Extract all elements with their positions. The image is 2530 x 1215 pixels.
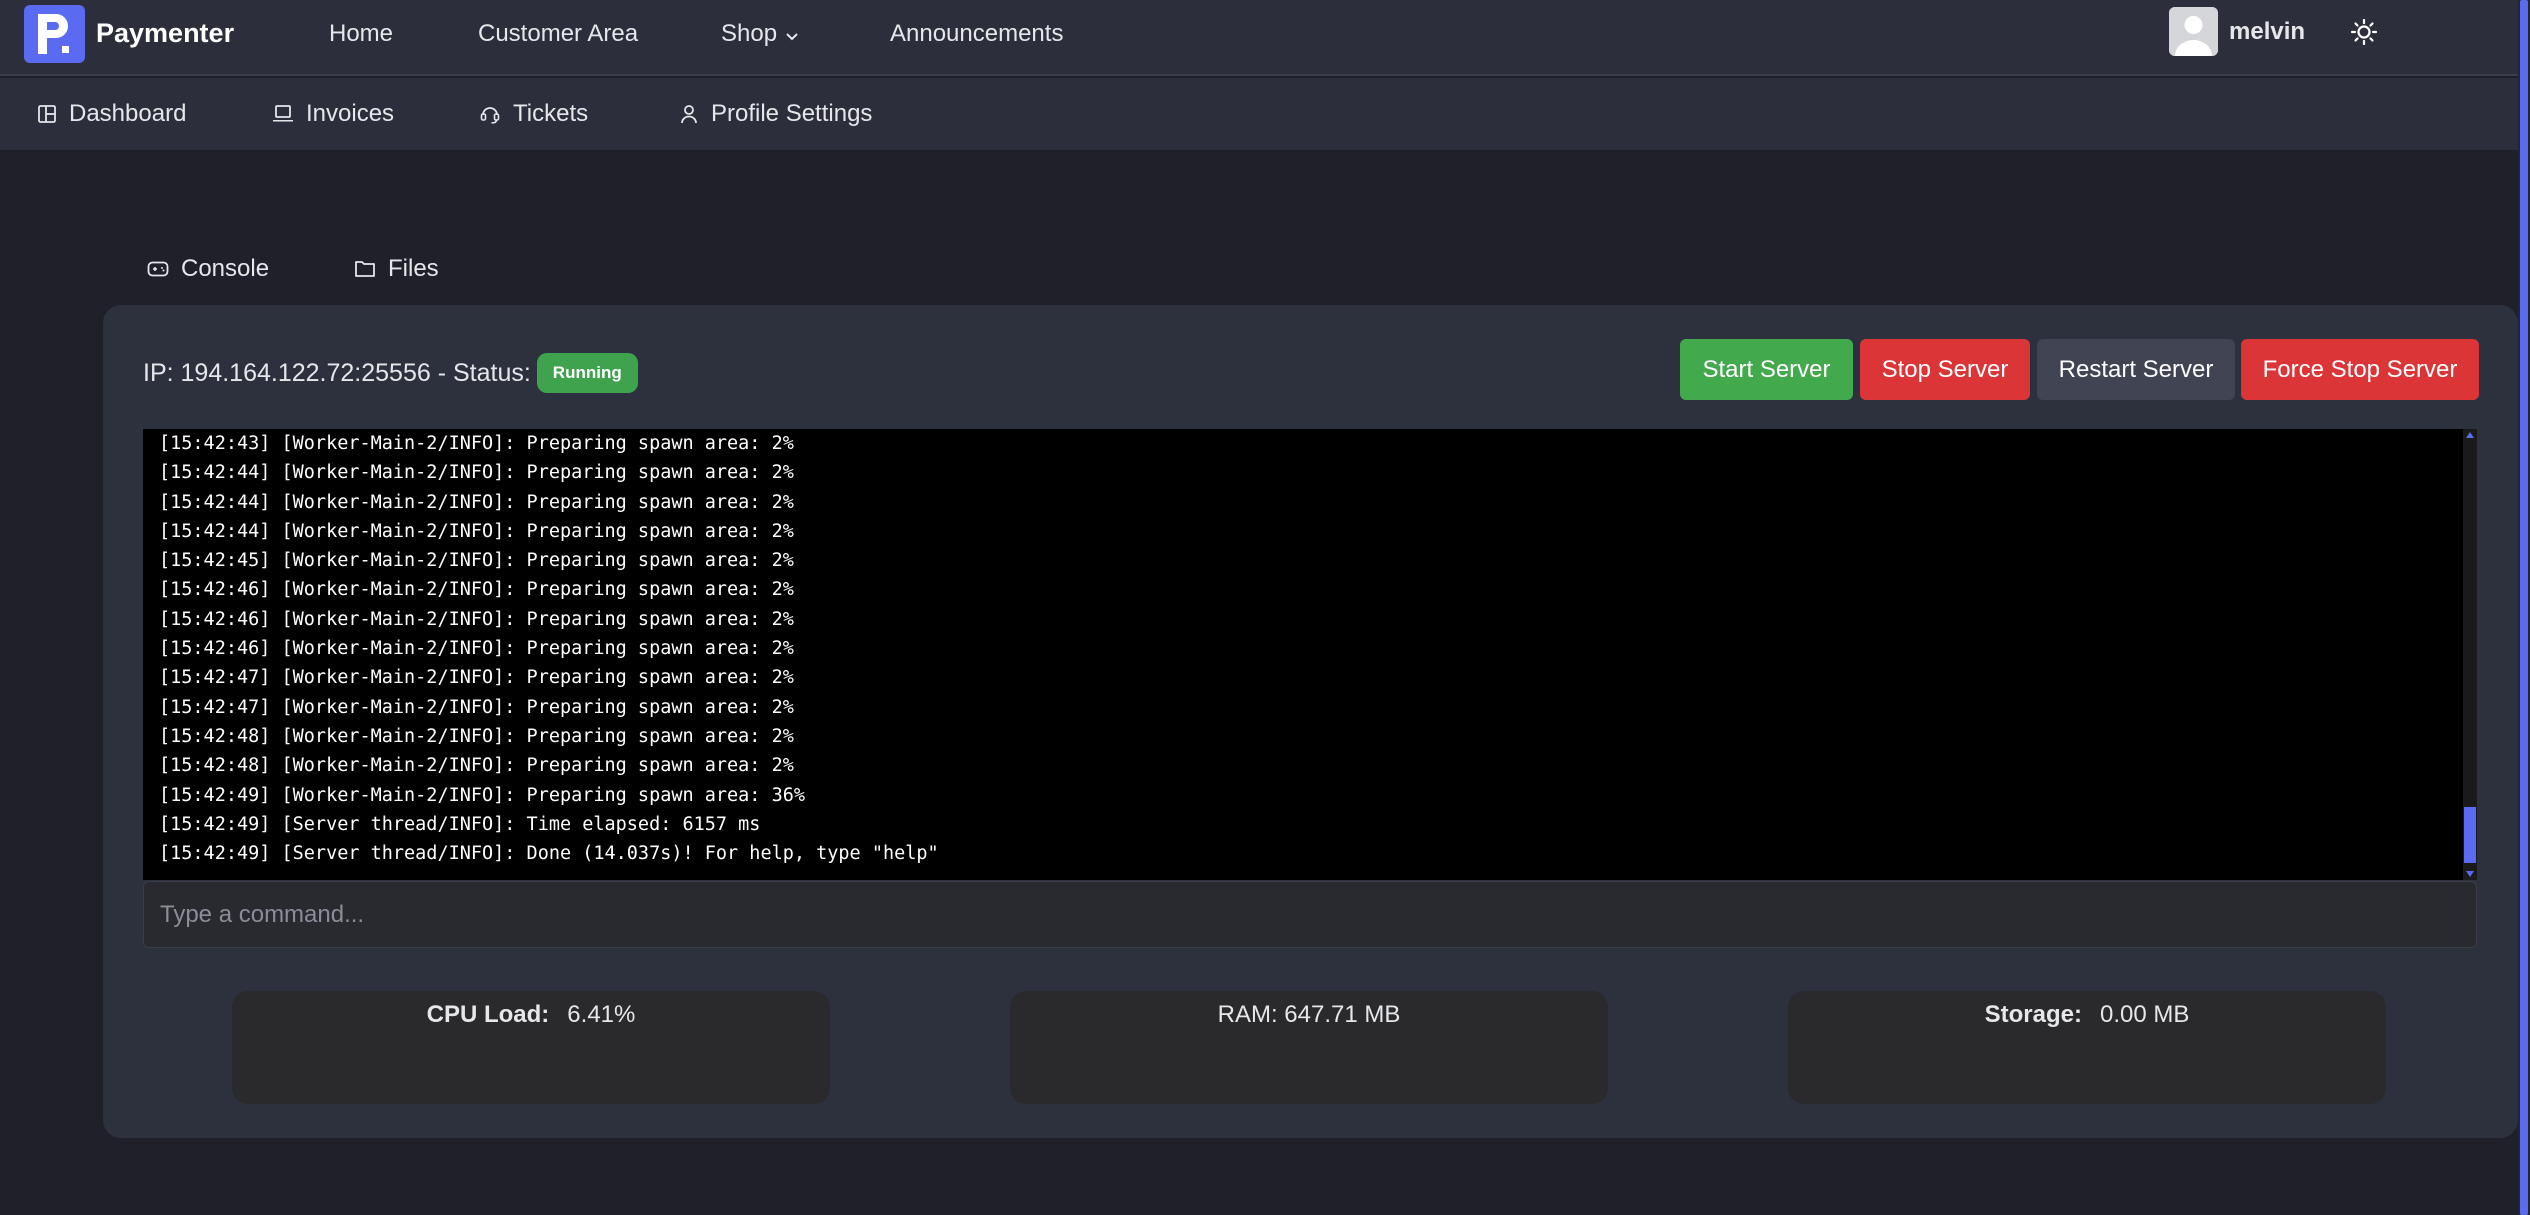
subnav-dashboard-label: Dashboard — [69, 100, 187, 127]
tab-files[interactable]: Files — [354, 255, 439, 283]
subnav-dashboard[interactable]: Dashboard — [37, 100, 186, 128]
server-panel: IP: 194.164.122.72:25556 - Status: Runni… — [103, 305, 2518, 1138]
subnav-tickets[interactable]: Tickets — [479, 100, 588, 128]
cpu-stat: CPU Load: 6.41% — [232, 1001, 830, 1029]
status-badge: Running — [536, 353, 638, 393]
console-line: [15:42:47] [Worker-Main-2/INFO]: Prepari… — [159, 696, 794, 718]
command-input[interactable] — [143, 881, 2477, 948]
console-line: [15:42:47] [Worker-Main-2/INFO]: Prepari… — [159, 667, 794, 689]
cpu-value: 6.41% — [567, 1001, 636, 1028]
tab-console-label: Console — [181, 255, 270, 282]
console-output[interactable]: [15:42:43] [Worker-Main-2/INFO]: Prepari… — [143, 429, 2477, 880]
subnav-tickets-label: Tickets — [513, 100, 589, 127]
paymenter-logo[interactable] — [24, 5, 85, 63]
ram-stat: RAM: 647.71 MB — [1217, 1001, 1401, 1028]
console-line: [15:42:49] [Server thread/INFO]: Done (1… — [159, 843, 939, 865]
subnav-invoices-label: Invoices — [306, 100, 395, 127]
server-info: IP: 194.164.122.72:25556 - Status: Runni… — [143, 353, 638, 393]
console-line: [15:42:48] [Worker-Main-2/INFO]: Prepari… — [159, 725, 794, 747]
cpu-label: CPU Load: — [426, 1001, 550, 1028]
brand-name[interactable]: Paymenter — [96, 18, 234, 49]
console-line: [15:42:46] [Worker-Main-2/INFO]: Prepari… — [159, 638, 794, 660]
gamepad-icon — [147, 261, 169, 277]
console-line: [15:42:44] [Worker-Main-2/INFO]: Prepari… — [159, 491, 794, 513]
headset-icon — [480, 107, 500, 124]
stop-server-button[interactable]: Stop Server — [1860, 339, 2030, 400]
nav-customer-area[interactable]: Customer Area — [478, 20, 638, 48]
storage-label: Storage: — [1984, 1001, 2082, 1028]
start-server-button[interactable]: Start Server — [1680, 339, 1853, 400]
console-line: [15:42:45] [Worker-Main-2/INFO]: Prepari… — [159, 550, 794, 572]
storage-value: 0.00 MB — [2099, 1001, 2190, 1028]
console-scrollbar-thumb[interactable] — [2464, 807, 2476, 863]
logo-p-icon — [38, 14, 69, 54]
dashboard-icon — [38, 105, 56, 123]
console-line: [15:42:49] [Server thread/INFO]: Time el… — [159, 813, 761, 835]
folder-icon — [355, 261, 375, 277]
tab-files-label: Files — [388, 255, 439, 282]
sub-navbar: Dashboard Invoices Tickets Profile Setti… — [0, 78, 2518, 150]
console-line: [15:42:43] [Worker-Main-2/INFO]: Prepari… — [159, 433, 794, 454]
laptop-icon — [273, 105, 293, 122]
storage-stat-card: Storage: 0.00 MB — [1788, 991, 2386, 1104]
subnav-profile-settings[interactable]: Profile Settings — [679, 100, 872, 128]
console-scrollbar[interactable] — [2463, 429, 2477, 880]
page-scrollbar[interactable] — [2518, 0, 2530, 1215]
sun-icon[interactable] — [2350, 18, 2378, 51]
server-ip-label: IP: 194.164.122.72:25556 - Status: — [143, 358, 531, 387]
console-line: [15:42:44] [Worker-Main-2/INFO]: Prepari… — [159, 462, 794, 484]
console-line: [15:42:46] [Worker-Main-2/INFO]: Prepari… — [159, 608, 794, 630]
avatar[interactable] — [2169, 7, 2218, 56]
cpu-stat-card: CPU Load: 6.41% — [232, 991, 830, 1104]
top-navbar: Paymenter Home Customer Area Shop Announ… — [0, 0, 2518, 76]
subnav-profile-settings-label: Profile Settings — [711, 100, 873, 127]
ram-stat-card: RAM: 647.71 MB — [1010, 991, 1608, 1104]
chevron-down-icon — [785, 21, 799, 49]
user-avatar-icon — [2169, 7, 2218, 56]
console-line: [15:42:49] [Worker-Main-2/INFO]: Prepari… — [159, 784, 806, 806]
console-lines: [15:42:43] [Worker-Main-2/INFO]: Prepari… — [159, 429, 939, 868]
tab-console[interactable]: Console — [147, 255, 269, 283]
subnav-invoices[interactable]: Invoices — [272, 100, 394, 128]
console-line: [15:42:46] [Worker-Main-2/INFO]: Prepari… — [159, 579, 794, 601]
console-line: [15:42:44] [Worker-Main-2/INFO]: Prepari… — [159, 520, 794, 542]
user-icon — [681, 105, 697, 124]
storage-stat: Storage: 0.00 MB — [1788, 1001, 2386, 1029]
user-name[interactable]: melvin — [2229, 18, 2305, 46]
console-line: [15:42:48] [Worker-Main-2/INFO]: Prepari… — [159, 755, 794, 777]
nav-shop-label: Shop — [721, 20, 778, 47]
scroll-up-icon[interactable] — [2466, 432, 2474, 438]
force-stop-server-button[interactable]: Force Stop Server — [2241, 339, 2479, 400]
nav-announcements[interactable]: Announcements — [890, 20, 1063, 48]
restart-server-button[interactable]: Restart Server — [2037, 339, 2235, 400]
nav-home[interactable]: Home — [329, 20, 393, 48]
scroll-down-icon[interactable] — [2466, 871, 2474, 877]
page-scrollbar-thumb[interactable] — [2520, 0, 2528, 1215]
nav-shop[interactable]: Shop — [721, 20, 799, 49]
